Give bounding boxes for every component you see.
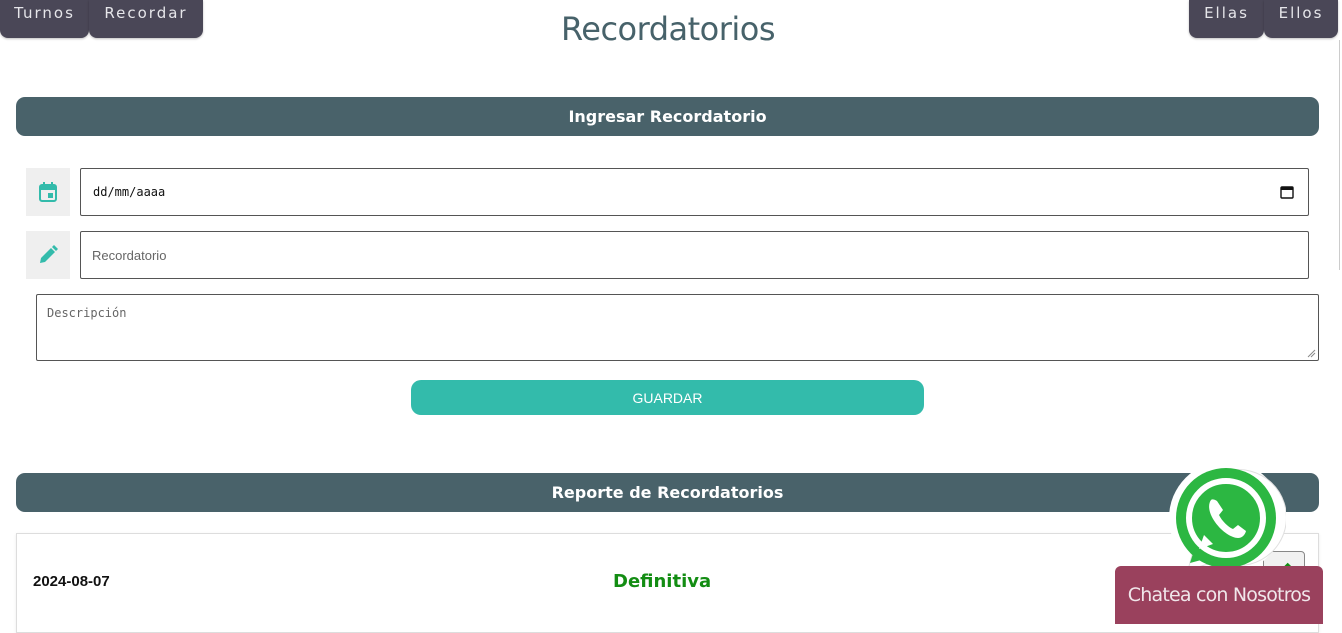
reminder-status: Definitiva [613, 571, 712, 592]
description-placeholder: Descripción [47, 306, 127, 320]
date-input[interactable]: dd/mm/aaaa [80, 168, 1309, 216]
reminder-icon-box [26, 231, 70, 279]
reminder-input-placeholder: Recordatorio [92, 248, 167, 263]
resize-handle-icon[interactable] [1307, 349, 1316, 358]
reminder-date: 2024-08-07 [33, 573, 110, 590]
chat-button[interactable]: Chatea con Nosotros [1115, 566, 1323, 624]
report-section-header: Reporte de Recordatorios [16, 473, 1319, 512]
date-input-value: dd/mm/aaaa [93, 185, 166, 199]
chat-button-label: Chatea con Nosotros [1127, 584, 1311, 606]
form-section-title: Ingresar Recordatorio [568, 107, 767, 126]
calendar-icon [39, 182, 57, 202]
page-title: Recordatorios [560, 10, 776, 48]
save-button[interactable]: GUARDAR [411, 380, 924, 415]
date-icon-box [26, 168, 70, 216]
scrollbar[interactable] [1339, 40, 1340, 270]
reminder-input[interactable]: Recordatorio [80, 231, 1309, 279]
whatsapp-icon[interactable] [1166, 460, 1286, 580]
report-section-title: Reporte de Recordatorios [551, 483, 784, 502]
calendar-picker-icon[interactable] [1280, 185, 1294, 204]
form-section-header: Ingresar Recordatorio [16, 97, 1319, 136]
description-textarea[interactable]: Descripción [36, 294, 1319, 361]
save-button-label: GUARDAR [632, 389, 703, 406]
pencil-icon [40, 245, 58, 263]
